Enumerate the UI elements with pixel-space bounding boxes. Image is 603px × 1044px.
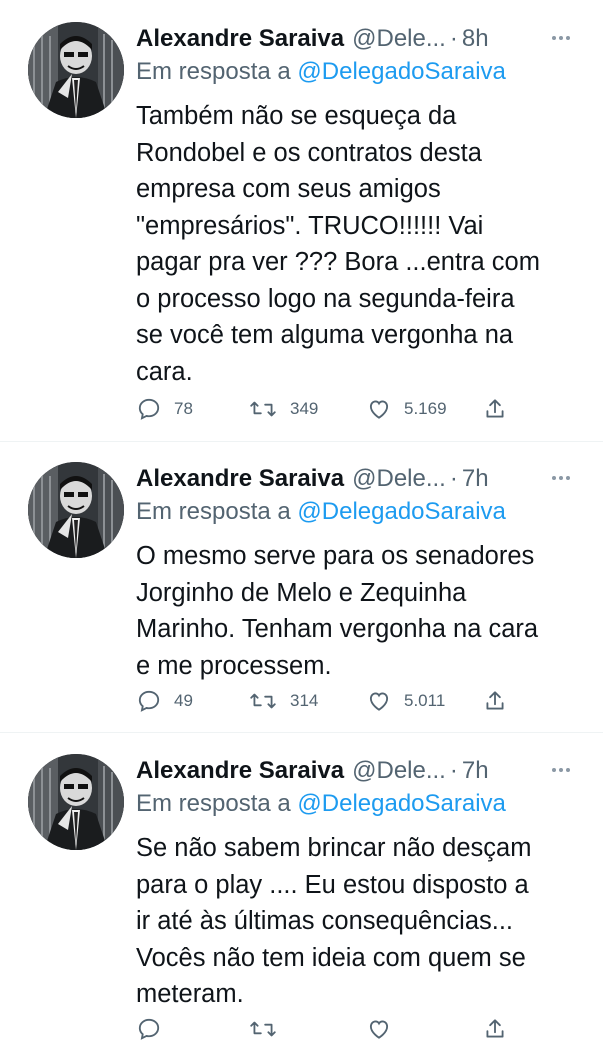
reply-count: 49 bbox=[174, 691, 193, 710]
author-handle[interactable]: @Dele... bbox=[352, 25, 446, 53]
more-icon[interactable] bbox=[549, 758, 573, 782]
reply-prefix: Em resposta a bbox=[136, 498, 291, 525]
timestamp[interactable]: 7h bbox=[462, 757, 489, 785]
reply-button[interactable]: 49 bbox=[136, 688, 248, 714]
tweet-3[interactable]: Alexandre Saraiva @Dele... · 7h Em respo… bbox=[0, 732, 603, 1040]
reply-icon bbox=[138, 690, 160, 712]
reply-context: Em resposta a @DelegadoSaraiva bbox=[136, 790, 506, 818]
avatar[interactable] bbox=[28, 754, 124, 850]
reply-count: 78 bbox=[174, 399, 193, 418]
retweet-icon bbox=[250, 1021, 276, 1037]
author-handle[interactable]: @Dele... bbox=[352, 757, 446, 785]
timestamp[interactable]: 7h bbox=[462, 465, 489, 493]
like-button[interactable]: 5.169 bbox=[366, 396, 482, 422]
like-icon bbox=[369, 692, 389, 711]
reply-mention-link[interactable]: @DelegadoSaraiva bbox=[297, 498, 506, 525]
tweet-header: Alexandre Saraiva @Dele... · 8h bbox=[136, 22, 576, 56]
like-count: 5.011 bbox=[404, 691, 446, 710]
like-icon bbox=[369, 400, 389, 419]
avatar-photo-icon bbox=[28, 22, 124, 118]
tweet-text: O mesmo serve para os senadores Jorginho… bbox=[136, 542, 539, 680]
more-icon[interactable] bbox=[549, 466, 573, 490]
retweet-count: 349 bbox=[290, 399, 319, 418]
reply-prefix: Em resposta a bbox=[136, 58, 291, 85]
avatar-photo-icon bbox=[28, 462, 124, 558]
share-icon bbox=[486, 399, 504, 418]
action-bar: 78 349 5.169 bbox=[136, 394, 516, 424]
like-button[interactable] bbox=[366, 1016, 482, 1042]
author-name[interactable]: Alexandre Saraiva bbox=[136, 465, 344, 493]
separator-dot: · bbox=[449, 465, 458, 492]
avatar[interactable] bbox=[28, 462, 124, 558]
avatar-photo-icon bbox=[28, 754, 124, 850]
separator-dot: · bbox=[449, 25, 458, 52]
like-button[interactable]: 5.011 bbox=[366, 688, 482, 714]
reply-button[interactable] bbox=[136, 1016, 248, 1042]
timestamp[interactable]: 8h bbox=[462, 25, 489, 53]
retweet-icon bbox=[250, 401, 276, 417]
share-button[interactable] bbox=[482, 1016, 508, 1042]
like-count: 5.169 bbox=[404, 399, 447, 418]
author-handle[interactable]: @Dele... bbox=[352, 465, 446, 493]
tweet-text: Se não sabem brincar não desçam para o p… bbox=[136, 834, 532, 1008]
more-icon[interactable] bbox=[549, 26, 573, 50]
retweet-button[interactable]: 349 bbox=[248, 396, 366, 422]
tweet-header: Alexandre Saraiva @Dele... · 7h bbox=[136, 462, 576, 496]
author-name[interactable]: Alexandre Saraiva bbox=[136, 757, 344, 785]
like-icon bbox=[369, 1020, 389, 1039]
separator-dot: · bbox=[449, 757, 458, 784]
tweet-1[interactable]: Alexandre Saraiva @Dele... · 8h Em respo… bbox=[0, 0, 603, 440]
reply-icon bbox=[138, 1018, 160, 1040]
reply-mention-link[interactable]: @DelegadoSaraiva bbox=[297, 58, 506, 85]
tweet-text: Também não se esqueça da Rondobel e os c… bbox=[136, 102, 540, 386]
share-button[interactable] bbox=[482, 396, 508, 422]
share-icon bbox=[486, 1019, 504, 1038]
share-button[interactable] bbox=[482, 688, 508, 714]
reply-context: Em resposta a @DelegadoSaraiva bbox=[136, 58, 506, 86]
action-bar bbox=[136, 1014, 516, 1044]
reply-icon bbox=[138, 398, 160, 420]
avatar[interactable] bbox=[28, 22, 124, 118]
author-name[interactable]: Alexandre Saraiva bbox=[136, 25, 344, 53]
reply-mention-link[interactable]: @DelegadoSaraiva bbox=[297, 790, 506, 817]
retweet-button[interactable] bbox=[248, 1016, 366, 1042]
action-bar: 49 314 5.011 bbox=[136, 686, 516, 716]
tweet-2[interactable]: Alexandre Saraiva @Dele... · 7h Em respo… bbox=[0, 440, 603, 732]
retweet-icon bbox=[250, 693, 276, 709]
share-icon bbox=[486, 691, 504, 710]
retweet-count: 314 bbox=[290, 691, 319, 710]
reply-button[interactable]: 78 bbox=[136, 396, 248, 422]
retweet-button[interactable]: 314 bbox=[248, 688, 366, 714]
reply-context: Em resposta a @DelegadoSaraiva bbox=[136, 498, 506, 526]
reply-prefix: Em resposta a bbox=[136, 790, 291, 817]
tweet-header: Alexandre Saraiva @Dele... · 7h bbox=[136, 754, 576, 788]
